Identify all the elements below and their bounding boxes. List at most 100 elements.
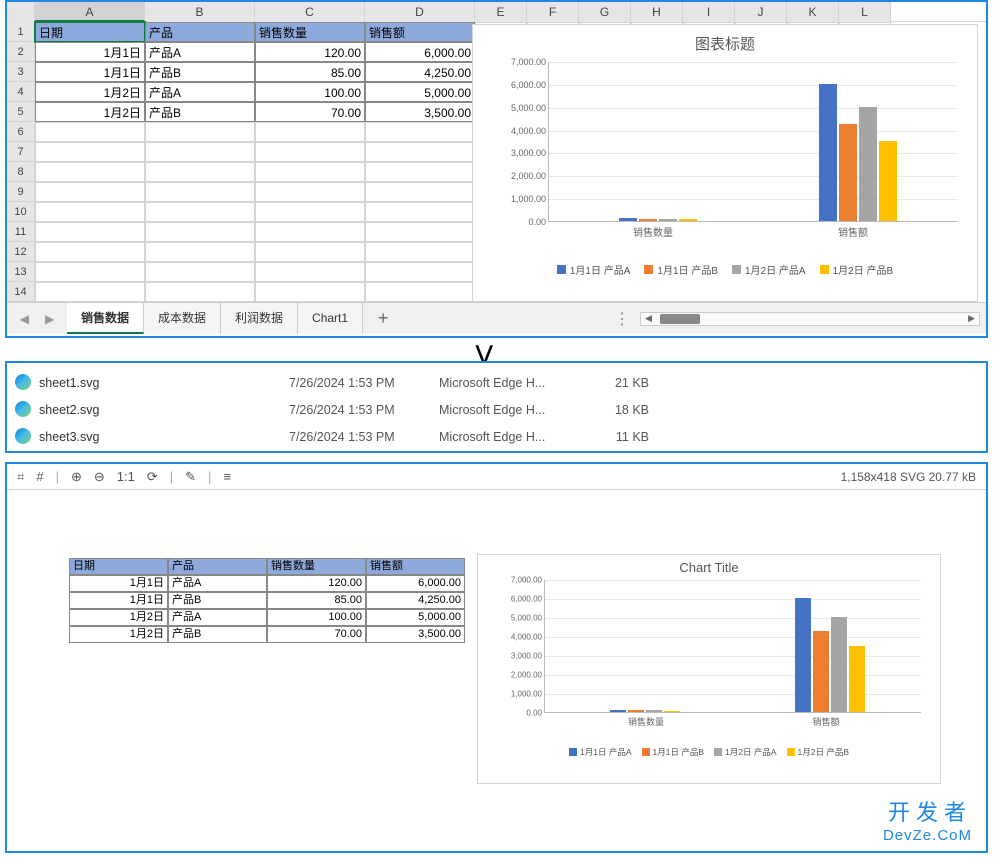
more-tabs-icon[interactable]: ⋮	[614, 309, 630, 329]
cell-D7[interactable]	[365, 142, 475, 162]
cell-D9[interactable]	[365, 182, 475, 202]
cell-B1[interactable]: 产品	[145, 22, 255, 42]
cell-A4[interactable]: 1月2日	[35, 82, 145, 102]
col-L[interactable]: L	[839, 2, 891, 22]
scroll-thumb[interactable]	[660, 314, 700, 324]
grid-icon[interactable]: #	[36, 469, 43, 484]
cell-A8[interactable]	[35, 162, 145, 182]
cell-A5[interactable]: 1月2日	[35, 102, 145, 122]
cell-D14[interactable]	[365, 282, 475, 302]
select-all-corner[interactable]	[7, 2, 35, 22]
cell-C11[interactable]	[255, 222, 365, 242]
nav-next-icon[interactable]: ▶	[45, 312, 54, 326]
zoom-in-icon[interactable]: ⊕	[71, 469, 82, 485]
cell-D3[interactable]: 4,250.00	[365, 62, 475, 82]
cell-D6[interactable]	[365, 122, 475, 142]
cell-A11[interactable]	[35, 222, 145, 242]
tab-cost-data[interactable]: 成本数据	[144, 303, 221, 334]
row-8[interactable]: 8	[7, 162, 35, 182]
cell-B13[interactable]	[145, 262, 255, 282]
col-J[interactable]: J	[735, 2, 787, 22]
edit-icon[interactable]: ✎	[185, 469, 196, 485]
cell-D4[interactable]: 5,000.00	[365, 82, 475, 102]
cell-D11[interactable]	[365, 222, 475, 242]
cell-C3[interactable]: 85.00	[255, 62, 365, 82]
cell-B6[interactable]	[145, 122, 255, 142]
cell-B10[interactable]	[145, 202, 255, 222]
cell-C5[interactable]: 70.00	[255, 102, 365, 122]
cell-B3[interactable]: 产品B	[145, 62, 255, 82]
fit-button[interactable]: 1:1	[117, 469, 135, 484]
col-E[interactable]: E	[475, 2, 527, 22]
file-row[interactable]: sheet3.svg7/26/2024 1:53 PMMicrosoft Edg…	[15, 423, 978, 450]
cell-D1[interactable]: 销售额	[365, 22, 475, 42]
cell-A13[interactable]	[35, 262, 145, 282]
nav-prev-icon[interactable]: ◀	[20, 312, 29, 326]
row-11[interactable]: 11	[7, 222, 35, 242]
cell-D10[interactable]	[365, 202, 475, 222]
cell-B12[interactable]	[145, 242, 255, 262]
cell-B8[interactable]	[145, 162, 255, 182]
cell-C10[interactable]	[255, 202, 365, 222]
col-H[interactable]: H	[631, 2, 683, 22]
cell-B2[interactable]: 产品A	[145, 42, 255, 62]
cell-A12[interactable]	[35, 242, 145, 262]
cell-D5[interactable]: 3,500.00	[365, 102, 475, 122]
row-7[interactable]: 7	[7, 142, 35, 162]
cell-B5[interactable]: 产品B	[145, 102, 255, 122]
cell-C14[interactable]	[255, 282, 365, 302]
cell-C8[interactable]	[255, 162, 365, 182]
scroll-right-icon[interactable]: ▶	[968, 313, 975, 324]
refresh-icon[interactable]: ⟳	[147, 469, 158, 485]
row-4[interactable]: 4	[7, 82, 35, 102]
cell-A1[interactable]: 日期	[35, 22, 145, 42]
cell-C13[interactable]	[255, 262, 365, 282]
col-F[interactable]: F	[527, 2, 579, 22]
cell-C12[interactable]	[255, 242, 365, 262]
row-12[interactable]: 12	[7, 242, 35, 262]
cell-C2[interactable]: 120.00	[255, 42, 365, 62]
cell-C1[interactable]: 销售数量	[255, 22, 365, 42]
cell-D8[interactable]	[365, 162, 475, 182]
row-2[interactable]: 2	[7, 42, 35, 62]
cell-A9[interactable]	[35, 182, 145, 202]
row-6[interactable]: 6	[7, 122, 35, 142]
tab-chart1[interactable]: Chart1	[298, 303, 363, 334]
col-B[interactable]: B	[145, 2, 255, 22]
cell-C9[interactable]	[255, 182, 365, 202]
cell-C7[interactable]	[255, 142, 365, 162]
file-row[interactable]: sheet1.svg7/26/2024 1:53 PMMicrosoft Edg…	[15, 369, 978, 396]
cell-A2[interactable]: 1月1日	[35, 42, 145, 62]
cell-B7[interactable]	[145, 142, 255, 162]
tab-sales-data[interactable]: 销售数据	[67, 303, 144, 334]
cell-C6[interactable]	[255, 122, 365, 142]
scroll-left-icon[interactable]: ◀	[645, 313, 652, 324]
cell-B9[interactable]	[145, 182, 255, 202]
add-sheet-button[interactable]: +	[363, 308, 403, 329]
col-C[interactable]: C	[255, 2, 365, 22]
col-D[interactable]: D	[365, 2, 475, 22]
col-G[interactable]: G	[579, 2, 631, 22]
row-9[interactable]: 9	[7, 182, 35, 202]
cell-A10[interactable]	[35, 202, 145, 222]
row-10[interactable]: 10	[7, 202, 35, 222]
cell-A14[interactable]	[35, 282, 145, 302]
list-icon[interactable]: ≡	[223, 469, 231, 484]
cell-B11[interactable]	[145, 222, 255, 242]
row-3[interactable]: 3	[7, 62, 35, 82]
col-I[interactable]: I	[683, 2, 735, 22]
col-K[interactable]: K	[787, 2, 839, 22]
row-14[interactable]: 14	[7, 282, 35, 302]
cell-D2[interactable]: 6,000.00	[365, 42, 475, 62]
cell-B4[interactable]: 产品A	[145, 82, 255, 102]
cell-D13[interactable]	[365, 262, 475, 282]
cell-A6[interactable]	[35, 122, 145, 142]
zoom-out-icon[interactable]: ⊖	[94, 469, 105, 485]
embedded-chart[interactable]: 图表标题 0.001,000.002,000.003,000.004,000.0…	[472, 24, 978, 302]
crop-icon[interactable]: ⌗	[17, 469, 24, 485]
cell-A7[interactable]	[35, 142, 145, 162]
row-1[interactable]: 1	[7, 22, 35, 42]
horizontal-scrollbar[interactable]: ◀ ▶	[640, 312, 980, 326]
cell-C4[interactable]: 100.00	[255, 82, 365, 102]
cell-A3[interactable]: 1月1日	[35, 62, 145, 82]
